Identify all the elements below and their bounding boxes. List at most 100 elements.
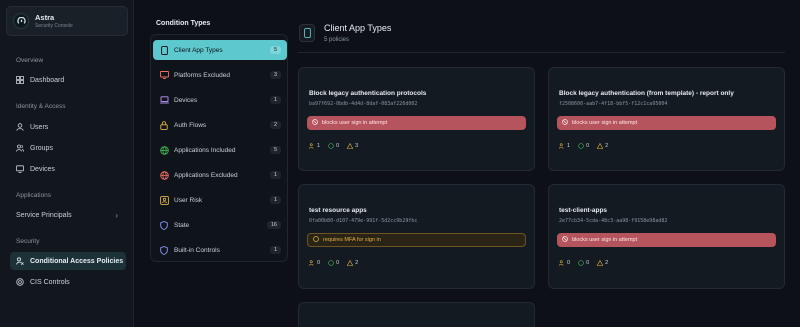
users-count: 1 [567,143,571,149]
warnings-count: 2 [605,260,609,266]
condition-item-auth-flows[interactable]: Auth Flows 2 [153,115,287,135]
block-icon [562,119,568,127]
badge-label: blocks user sign in attempt [572,237,638,243]
condition-count: 16 [266,221,281,229]
groups-count: 0 [586,260,590,266]
policy-id: f2508600-aab7-4f18-bbf5-f12c1ca95004 [559,101,668,107]
groups-icon [328,260,334,266]
users-icon [309,143,314,149]
sidebar-item-cis-controls[interactable]: CIS Controls [10,273,126,291]
groups-icon [578,260,584,266]
sidebar-item-dashboard[interactable]: Dashboard [10,71,126,89]
condition-item-built-in-controls[interactable]: Built-in Controls 1 [153,240,287,260]
condition-count: 5 [269,146,281,154]
warning-icon [347,260,354,266]
warnings-count: 3 [355,143,359,149]
policy-stats: 1 0 3 [309,143,366,149]
condition-item-client-app-types[interactable]: Client App Types 5 [153,40,287,60]
policy-stats: 0 0 2 [559,260,616,266]
warnings-count: 2 [605,143,609,149]
sidebar-item-label: Users [30,123,49,131]
page-title: Client App Types [324,23,392,33]
policy-title: test resource apps [309,207,367,214]
policy-stats: 1 0 2 [559,143,616,149]
grid-icon [16,76,24,84]
globe-icon [159,170,169,180]
condition-label: Devices [174,96,198,104]
globe-icon [159,145,169,155]
condition-types-title: Condition Types [156,20,211,27]
policy-card[interactable]: test-client-apps 2e77cb34-5cda-48c3-aa98… [548,184,785,289]
condition-label: Built-in Controls [174,246,220,254]
shield-icon [159,245,169,255]
users-icon [559,260,564,266]
policy-icon [16,257,24,265]
device-icon [16,165,24,173]
badge-label: blocks user sign in attempt [322,120,388,126]
policy-card[interactable] [298,302,535,327]
condition-count: 2 [269,121,281,129]
groups-icon [578,143,584,149]
header-divider [298,52,785,53]
user-icon [16,123,24,131]
sidebar-item-users[interactable]: Users [10,118,126,136]
sidebar-item-label: Conditional Access Policies [30,257,124,265]
sidebar-item-conditional-access-policies[interactable]: Conditional Access Policies [10,252,126,270]
condition-item-applications-included[interactable]: Applications Included 5 [153,140,287,160]
section-label-security: Security [16,238,40,245]
policy-id: 2e77cb34-5cda-48c3-aa98-f9158e98ad82 [559,218,668,224]
block-icon [562,236,568,244]
condition-item-platforms-excluded[interactable]: Platforms Excluded 3 [153,65,287,85]
condition-item-state[interactable]: State 16 [153,215,287,235]
sidebar-item-label: Devices [30,165,55,173]
status-badge: requires MFA for sign in [307,233,526,247]
users-icon [309,260,314,266]
clock-icon [313,236,319,244]
sidebar-item-groups[interactable]: Groups [10,139,126,157]
brand-switcher[interactable]: Astra Security Console [6,6,128,36]
condition-item-user-risk[interactable]: User Risk 1 [153,190,287,210]
user-risk-icon [159,195,169,205]
users-icon [559,143,564,149]
status-badge: blocks user sign in attempt [557,233,776,247]
sidebar-item-devices[interactable]: Devices [10,160,126,178]
section-label-identity: Identity & Access [16,103,66,110]
shield-check-icon [16,278,24,286]
warning-icon [597,143,604,149]
policy-id: ba97f692-0bdb-4d4d-8daf-083af226d002 [309,101,418,107]
condition-item-applications-excluded[interactable]: Applications Excluded 1 [153,165,287,185]
phone-icon [299,24,315,42]
sidebar-item-service-principals[interactable]: Service Principals › [10,206,126,224]
chevron-right-icon: › [115,210,118,220]
condition-label: Client App Types [174,46,223,54]
condition-count: 1 [269,246,281,254]
condition-count: 1 [269,196,281,204]
condition-label: Applications Included [174,146,236,154]
badge-label: blocks user sign in attempt [572,120,638,126]
policy-card[interactable]: test resource apps 0fa00b80-d107-479e-99… [298,184,535,289]
phone-icon [159,45,169,55]
sidebar-item-label: Dashboard [30,76,65,84]
warning-icon [597,260,604,266]
policy-title: test-client-apps [559,207,608,214]
policy-stats: 0 0 2 [309,260,366,266]
condition-count: 5 [269,46,281,54]
policy-title: Block legacy authentication (from templa… [559,90,734,97]
section-label-overview: Overview [16,57,44,64]
condition-label: State [174,221,190,229]
brand-name: Astra [35,13,55,22]
condition-types-list: Client App Types 5 Platforms Excluded 3 … [150,34,288,262]
policy-card[interactable]: Block legacy authentication (from templa… [548,67,785,171]
users-count: 0 [317,260,321,266]
condition-item-devices[interactable]: Devices 1 [153,90,287,110]
sidebar-item-label: Groups [30,144,53,152]
lock-icon [159,120,169,130]
sidebar-item-label: Service Principals [16,211,72,219]
condition-count: 1 [269,171,281,179]
condition-label: User Risk [174,196,203,204]
badge-label: requires MFA for sign in [323,237,381,243]
policy-card[interactable]: Block legacy authentication protocols ba… [298,67,535,171]
warnings-count: 2 [355,260,359,266]
block-icon [312,119,318,127]
users-count: 1 [317,143,321,149]
